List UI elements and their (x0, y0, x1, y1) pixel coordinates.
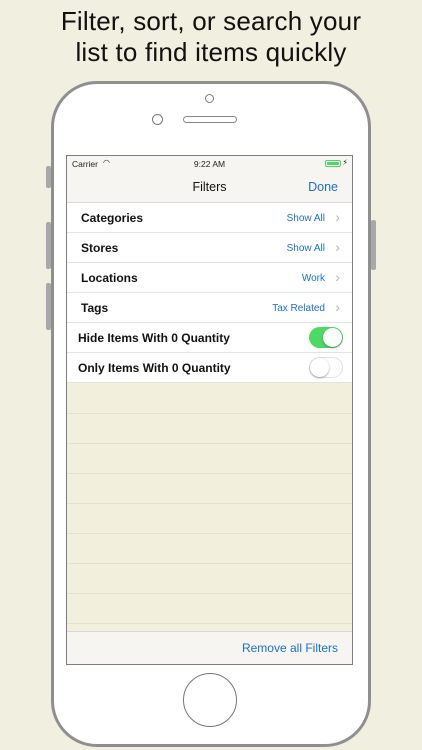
toggle-label: Hide Items With 0 Quantity (78, 331, 230, 345)
chevron-right-icon: › (335, 269, 340, 285)
navigation-bar: Filters Done (67, 172, 352, 203)
filter-value: Tax Related (272, 303, 325, 314)
toggle-row-only-zero: Only Items With 0 Quantity (67, 353, 352, 383)
only-zero-quantity-switch[interactable] (309, 357, 343, 378)
volume-up-button (46, 222, 51, 269)
toggle-label: Only Items With 0 Quantity (78, 361, 231, 375)
toggle-row-hide-zero: Hide Items With 0 Quantity (67, 323, 352, 353)
front-camera-icon (205, 94, 214, 103)
hide-zero-quantity-switch[interactable] (309, 327, 343, 348)
chevron-right-icon: › (335, 299, 340, 315)
home-button[interactable] (183, 673, 237, 727)
filter-row-stores[interactable]: Stores Show All › (67, 233, 352, 263)
filter-list: Categories Show All › Stores Show All › … (67, 203, 352, 383)
filter-row-locations[interactable]: Locations Work › (67, 263, 352, 293)
volume-down-button (46, 283, 51, 330)
headline-line-1: Filter, sort, or search your (60, 6, 362, 36)
filter-row-tags[interactable]: Tags Tax Related › (67, 293, 352, 323)
status-time: 9:22 AM (193, 159, 226, 169)
filter-value: Work (301, 273, 325, 284)
filter-label: Categories (81, 211, 144, 225)
chevron-right-icon: › (335, 209, 340, 225)
sensor-icon (152, 114, 163, 125)
filter-label: Tags (81, 301, 109, 315)
empty-list-background (67, 384, 352, 632)
done-button[interactable]: Done (308, 180, 338, 194)
mute-switch (46, 166, 51, 188)
filter-row-categories[interactable]: Categories Show All › (67, 203, 352, 233)
filter-value: Show All (286, 243, 325, 254)
status-bar: Carrier ◠ 9:22 AM ⚡ (67, 156, 352, 172)
filter-label: Stores (81, 241, 119, 255)
bottom-toolbar: Remove all Filters (67, 631, 352, 664)
headline-line-2: list to find items quickly (75, 37, 347, 67)
chevron-right-icon: › (335, 239, 340, 255)
charging-icon: ⚡ (342, 158, 348, 167)
app-screen: Carrier ◠ 9:22 AM ⚡ Filters Done Categor… (66, 155, 353, 665)
power-button (371, 220, 376, 270)
filter-label: Locations (81, 271, 138, 285)
battery-icon (325, 160, 341, 167)
remove-all-filters-button[interactable]: Remove all Filters (242, 641, 338, 655)
earpiece-speaker (183, 116, 237, 123)
filter-value: Show All (286, 213, 325, 224)
promo-headline: Filter, sort, or search your list to fin… (0, 6, 422, 68)
